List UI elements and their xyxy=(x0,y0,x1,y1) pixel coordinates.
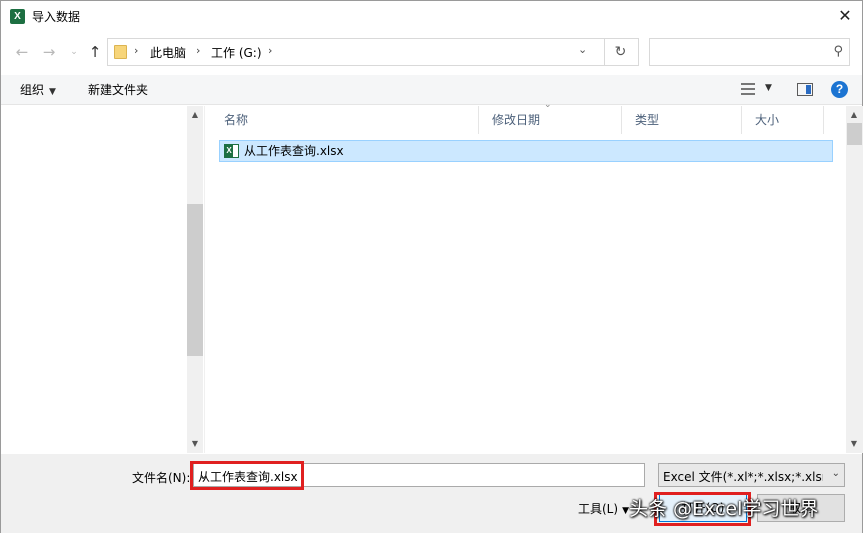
chevron-down-icon[interactable]: ⌄ xyxy=(578,43,587,56)
folder-icon xyxy=(114,45,127,59)
search-input[interactable]: ⚲ xyxy=(649,38,850,66)
column-header-name[interactable]: 名称 xyxy=(211,106,479,134)
breadcrumb-this-pc[interactable]: 此电脑 xyxy=(150,44,186,61)
filetype-value: Excel 文件(*.xl*;*.xlsx;*.xlsm;*. xyxy=(663,470,823,484)
filename-input[interactable]: 从工作表查询.xlsx ⌄ xyxy=(193,463,645,487)
up-button[interactable]: ↑ xyxy=(85,41,105,63)
arrow-right-icon: → xyxy=(42,43,56,61)
bottom-panel: 文件名(N): 从工作表查询.xlsx ⌄ Excel 文件(*.xl*;*.x… xyxy=(1,454,862,533)
chevron-down-icon[interactable]: ⌄ xyxy=(198,468,640,482)
scroll-down-icon[interactable]: ▼ xyxy=(187,439,203,448)
help-icon[interactable]: ? xyxy=(831,81,848,98)
chevron-down-icon: ⌄ xyxy=(70,47,78,57)
breadcrumb-separator-icon: › xyxy=(268,44,273,57)
excel-file-icon: X xyxy=(224,144,239,158)
scroll-up-icon[interactable]: ▲ xyxy=(187,110,203,119)
file-row[interactable]: X 从工作表查询.xlsx xyxy=(219,140,833,162)
close-button[interactable]: ✕ xyxy=(831,3,859,29)
filename-label: 文件名(N): xyxy=(132,471,191,485)
breadcrumb-separator-icon: › xyxy=(134,44,139,57)
search-icon: ⚲ xyxy=(833,44,843,59)
column-header-type[interactable]: 类型 xyxy=(622,106,742,134)
nav-scrollbar-thumb[interactable] xyxy=(187,204,203,356)
file-name: 从工作表查询.xlsx xyxy=(244,144,344,158)
file-list-scrollbar-thumb[interactable] xyxy=(847,123,862,145)
file-list[interactable]: ⌄ 名称 修改日期 类型 大小 X 从工作表查询.xlsx ▲ ▼ xyxy=(206,100,863,453)
forward-button[interactable]: → xyxy=(39,41,59,63)
arrow-left-icon: ← xyxy=(15,43,29,61)
preview-pane-icon[interactable] xyxy=(797,83,813,96)
window-title: 导入数据 xyxy=(32,10,81,24)
new-folder-button[interactable]: 新建文件夹 xyxy=(88,82,148,98)
close-icon: ✕ xyxy=(838,6,852,25)
caret-down-icon: ▼ xyxy=(49,87,56,97)
title-bar: X 导入数据 ✕ xyxy=(1,1,862,33)
scroll-down-icon[interactable]: ▼ xyxy=(846,439,862,448)
refresh-icon: ↻ xyxy=(614,44,627,60)
chevron-down-icon: ⌄ xyxy=(831,468,840,479)
import-data-dialog: X 导入数据 ✕ ← → ⌄ ↑ › 此电脑 › 工作 (G:) › ⌄ ↻ ⚲… xyxy=(0,0,863,533)
organize-button[interactable]: 组织 ▼ xyxy=(20,82,56,100)
view-options-icon[interactable] xyxy=(741,83,755,95)
column-header-size[interactable]: 大小 xyxy=(742,106,824,134)
scroll-up-icon[interactable]: ▲ xyxy=(846,110,862,119)
tools-button[interactable]: 工具(L) ▼ xyxy=(578,500,629,517)
address-bar[interactable]: › 此电脑 › 工作 (G:) › ⌄ xyxy=(107,38,639,66)
navigation-pane[interactable]: ▲ ▼ xyxy=(1,106,205,453)
column-header-modified[interactable]: 修改日期 xyxy=(479,106,622,134)
recent-locations-button[interactable]: ⌄ xyxy=(64,41,84,63)
command-bar: 组织 ▼ 新建文件夹 ▼ ? xyxy=(1,75,862,105)
organize-label: 组织 xyxy=(20,83,45,97)
nav-scrollbar[interactable]: ▲ ▼ xyxy=(187,106,203,453)
cancel-button[interactable]: 取消 xyxy=(757,494,845,522)
open-button[interactable]: 打开(O) xyxy=(659,494,747,522)
excel-icon: X xyxy=(10,9,25,24)
file-list-scrollbar[interactable]: ▲ ▼ xyxy=(846,106,863,453)
breadcrumb-drive[interactable]: 工作 (G:) xyxy=(211,44,262,61)
back-button[interactable]: ← xyxy=(12,41,32,63)
caret-down-icon[interactable]: ▼ xyxy=(765,83,772,93)
arrow-up-icon: ↑ xyxy=(88,43,102,61)
refresh-button[interactable]: ↻ xyxy=(604,38,636,66)
breadcrumb-separator-icon: › xyxy=(196,44,201,57)
caret-down-icon: ▼ xyxy=(622,506,629,516)
tools-label: 工具(L) xyxy=(578,502,619,516)
filetype-select[interactable]: Excel 文件(*.xl*;*.xlsx;*.xlsm;*. ⌄ xyxy=(658,463,845,487)
